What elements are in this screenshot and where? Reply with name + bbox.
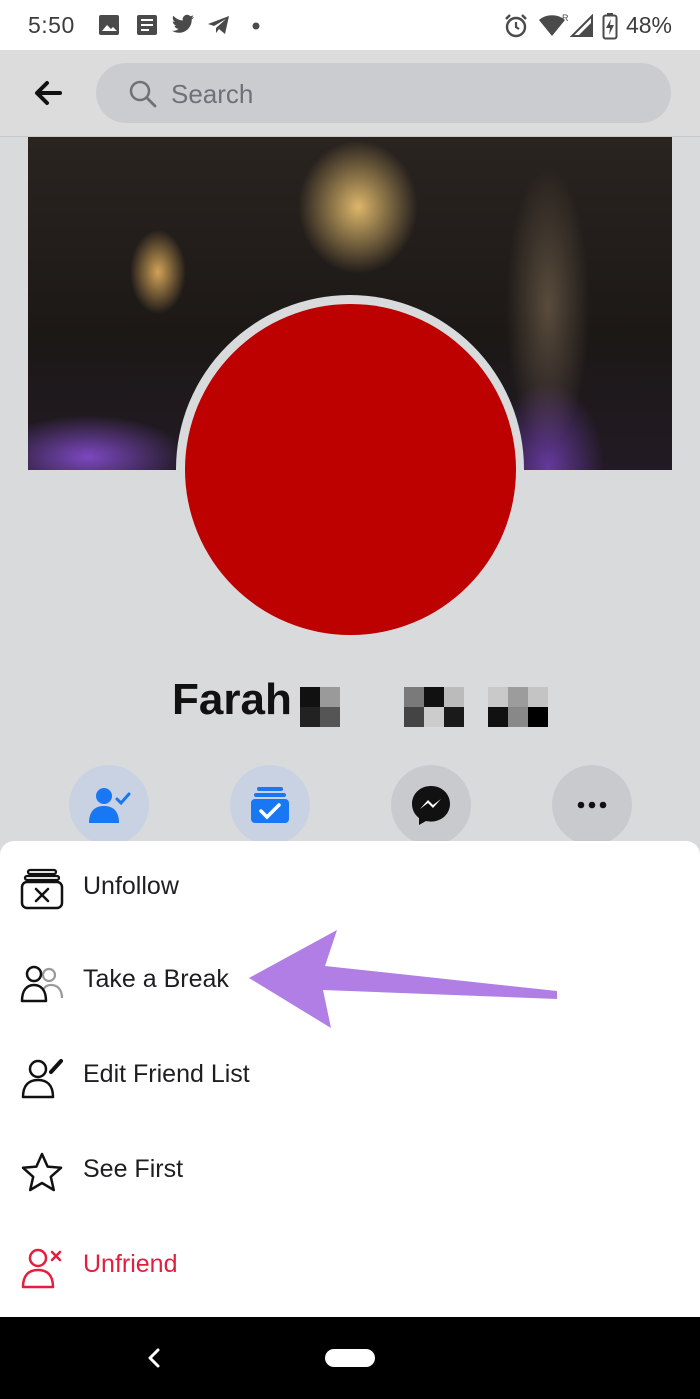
friends-button[interactable] <box>69 765 149 845</box>
search-input[interactable]: Search <box>171 79 253 110</box>
search-bar[interactable]: Search <box>96 63 671 123</box>
menu-item-label: Take a Break <box>83 965 229 993</box>
profile-picture[interactable] <box>185 304 516 635</box>
unfollow-icon <box>20 868 64 910</box>
wifi-icon: R <box>539 13 568 36</box>
image-icon <box>99 15 119 35</box>
menu-item-label: Unfollow <box>83 872 179 900</box>
svg-text:R: R <box>562 13 568 23</box>
edit-friend-list-icon <box>21 1059 63 1099</box>
signal-icon <box>570 14 593 37</box>
menu-item-edit-friend-list[interactable]: Edit Friend List <box>0 1030 700 1125</box>
status-time: 5:50 <box>28 12 75 38</box>
menu-item-see-first[interactable]: See First <box>0 1125 700 1220</box>
take-break-icon <box>20 965 64 1003</box>
pixelated-surname <box>300 687 550 732</box>
battery-percent: 48% <box>625 12 672 38</box>
following-button[interactable] <box>230 765 310 845</box>
arrow-left-icon <box>35 81 62 105</box>
menu-item-unfriend[interactable]: Unfriend <box>0 1220 700 1315</box>
message-button[interactable] <box>391 765 471 845</box>
profile-name-row: Farah <box>0 675 700 735</box>
menu-item-label: See First <box>83 1155 184 1183</box>
twitter-icon <box>172 14 194 33</box>
profile-name: Farah <box>172 675 292 724</box>
alarm-icon <box>505 14 527 38</box>
unfriend-icon <box>21 1248 62 1289</box>
telegram-icon <box>208 16 229 34</box>
menu-item-label: Edit Friend List <box>83 1060 250 1088</box>
messenger-icon <box>412 786 450 825</box>
more-button[interactable] <box>552 765 632 845</box>
options-bottom-sheet: Unfollow Take a Break Edit Friend List S… <box>0 841 700 1317</box>
menu-item-unfollow[interactable]: Unfollow <box>0 841 700 936</box>
annotation-arrow <box>249 930 557 1028</box>
more-icon <box>577 801 607 809</box>
back-button[interactable] <box>22 72 74 114</box>
menu-item-label: Unfriend <box>83 1250 178 1278</box>
dot-icon <box>252 22 260 30</box>
friends-check-icon <box>89 788 131 823</box>
nav-back-icon[interactable] <box>140 1341 168 1375</box>
status-bar: 5:50 R 48% <box>0 0 700 50</box>
battery-icon <box>602 13 618 40</box>
nav-home-pill[interactable] <box>325 1349 375 1367</box>
search-icon <box>129 80 157 108</box>
top-app-bar: Search <box>0 50 700 137</box>
following-icon <box>251 787 289 823</box>
news-icon <box>137 15 157 35</box>
star-icon <box>21 1152 63 1192</box>
